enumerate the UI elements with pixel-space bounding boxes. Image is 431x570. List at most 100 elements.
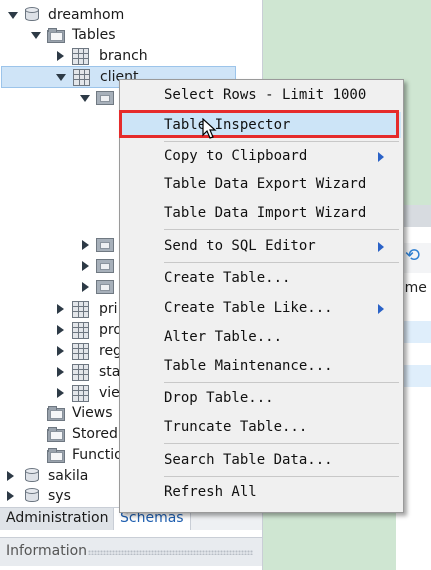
submenu-arrow-icon — [378, 242, 384, 252]
menu-item-label: Refresh All — [164, 484, 257, 500]
menu-separator — [164, 141, 399, 142]
table-branch-row[interactable]: branch — [0, 46, 262, 66]
columns-folder-row[interactable] — [0, 88, 130, 108]
folder-icon — [96, 238, 114, 252]
expand-arrow-icon[interactable] — [7, 471, 14, 481]
expand-arrow-icon[interactable] — [82, 282, 89, 292]
table-icon — [72, 48, 89, 65]
information-bar[interactable]: Information — [0, 537, 262, 566]
expand-arrow-icon[interactable] — [57, 367, 64, 377]
triggers-folder-row[interactable] — [0, 277, 130, 297]
menu-item-copy-to-clipboard[interactable]: Copy to Clipboard — [122, 143, 401, 169]
table-icon — [72, 364, 89, 381]
folder-icon — [47, 406, 65, 421]
menu-item-alter-table[interactable]: Alter Table... — [122, 324, 401, 350]
stored-procedures-folder-row[interactable]: Stored — [0, 424, 130, 444]
menu-item-create-table[interactable]: Create Table... — [122, 265, 401, 291]
menu-item-label: Search Table Data... — [164, 452, 333, 468]
table-row[interactable]: vie — [0, 383, 130, 403]
folder-icon — [47, 427, 65, 442]
expand-arrow-icon[interactable] — [57, 388, 64, 398]
menu-item-truncate-table[interactable]: Truncate Table... — [122, 414, 401, 440]
collapse-arrow-icon[interactable] — [56, 74, 66, 81]
menu-item-label: Create Table Like... — [164, 300, 333, 316]
folder-icon — [47, 28, 65, 43]
folder-label: Stored — [72, 426, 118, 442]
folder-icon — [96, 259, 114, 273]
menu-item-drop-table[interactable]: Drop Table... — [122, 385, 401, 411]
table-icon — [72, 343, 89, 360]
menu-separator — [164, 262, 399, 263]
table-label: branch — [99, 48, 148, 64]
menu-item-label: Table Data Import Wizard — [164, 205, 367, 221]
context-menu: Select Rows - Limit 1000 Table Inspector… — [119, 79, 404, 513]
views-folder-row[interactable]: Views — [0, 403, 130, 423]
schema-label: sys — [48, 488, 71, 504]
schema-label: dreamhom — [48, 7, 125, 23]
submenu-arrow-icon — [378, 152, 384, 162]
menu-item-table-maintenance[interactable]: Table Maintenance... — [122, 353, 401, 379]
collapse-arrow-icon[interactable] — [31, 32, 41, 39]
database-icon — [25, 488, 39, 503]
table-row[interactable]: pro — [0, 320, 130, 340]
table-row[interactable]: sta — [0, 362, 130, 382]
menu-item-label: Table Data Export Wizard — [164, 176, 367, 192]
expand-arrow-icon[interactable] — [82, 261, 89, 271]
menu-separator — [164, 110, 399, 111]
menu-item-table-inspector[interactable]: Table Inspector — [122, 112, 401, 138]
folder-icon — [96, 280, 114, 294]
menu-item-search-table-data[interactable]: Search Table Data... — [122, 447, 401, 473]
information-label: Information — [6, 543, 88, 559]
collapse-arrow-icon[interactable] — [80, 95, 90, 102]
functions-folder-row[interactable]: Functio — [0, 445, 130, 465]
table-row[interactable]: pri — [0, 299, 130, 319]
expand-arrow-icon[interactable] — [7, 491, 14, 501]
menu-item-send-to-sql-editor[interactable]: Send to SQL Editor — [122, 233, 401, 259]
table-label: sta — [99, 364, 121, 380]
table-label: pri — [99, 301, 118, 317]
expand-arrow-icon[interactable] — [57, 325, 64, 335]
menu-item-import-wizard[interactable]: Table Data Import Wizard — [122, 200, 401, 226]
menu-separator — [164, 382, 399, 383]
schema-label: sakila — [48, 468, 89, 484]
menu-item-refresh-all[interactable]: Refresh All — [122, 479, 401, 505]
expand-arrow-icon[interactable] — [57, 304, 64, 314]
menu-item-label: Select Rows - Limit 1000 — [164, 87, 367, 103]
menu-item-export-wizard[interactable]: Table Data Export Wizard — [122, 171, 401, 197]
expand-arrow-icon[interactable] — [57, 51, 64, 61]
folder-icon — [96, 91, 114, 105]
schema-dreamhom-row[interactable]: dreamhom — [0, 5, 262, 25]
expand-arrow-icon[interactable] — [57, 346, 64, 356]
expand-arrow-icon[interactable] — [82, 240, 89, 250]
menu-item-label: Copy to Clipboard — [164, 148, 308, 164]
menu-item-select-rows[interactable]: Select Rows - Limit 1000 — [122, 82, 401, 108]
menu-separator — [164, 229, 399, 230]
database-icon — [25, 468, 39, 483]
menu-item-label: Table Maintenance... — [164, 358, 333, 374]
menu-item-label: Send to SQL Editor — [164, 238, 316, 254]
table-row[interactable]: reg — [0, 341, 130, 361]
folder-label: Tables — [72, 27, 116, 43]
menu-separator — [164, 443, 399, 444]
menu-item-label: Truncate Table... — [164, 419, 308, 435]
table-icon — [72, 385, 89, 402]
menu-item-label: Drop Table... — [164, 390, 274, 406]
foreign-keys-folder-row[interactable] — [0, 256, 130, 276]
menu-separator — [164, 476, 399, 477]
indexes-folder-row[interactable] — [0, 235, 130, 255]
tab-administration[interactable]: Administration — [0, 508, 116, 530]
database-icon — [25, 7, 39, 22]
resize-grip-icon[interactable] — [88, 550, 253, 555]
menu-item-label: Table Inspector — [164, 117, 291, 133]
menu-item-label: Alter Table... — [164, 329, 283, 345]
tables-folder-row[interactable]: Tables — [0, 25, 262, 45]
refresh-icon[interactable]: ⟲ — [405, 247, 423, 265]
collapse-arrow-icon[interactable] — [8, 12, 18, 19]
table-icon — [72, 301, 89, 318]
menu-item-create-table-like[interactable]: Create Table Like... — [122, 295, 401, 321]
folder-label: Views — [72, 405, 113, 421]
folder-label: Functio — [72, 447, 123, 463]
folder-icon — [47, 448, 65, 463]
mouse-cursor-icon — [202, 118, 217, 139]
table-label: vie — [99, 385, 120, 401]
